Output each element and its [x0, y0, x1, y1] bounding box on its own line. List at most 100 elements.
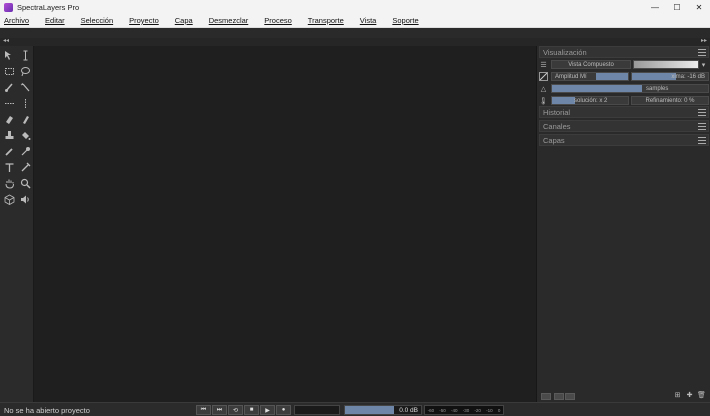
menu-capa[interactable]: Capa [175, 16, 193, 25]
menu-desmezclar[interactable]: Desmezclar [209, 16, 249, 25]
lasso-icon[interactable] [18, 64, 32, 78]
historial-menu-icon[interactable] [698, 109, 706, 116]
historial-panel-header[interactable]: Historial [539, 106, 709, 118]
harmonic-select-icon[interactable] [18, 96, 32, 110]
meter-tick: -60 [427, 407, 435, 413]
canales-menu-icon[interactable] [698, 123, 706, 130]
magic-wand-icon[interactable] [18, 80, 32, 94]
eraser-icon[interactable] [2, 112, 16, 126]
toolbox [0, 46, 34, 402]
skip-end-button[interactable]: ⏭ [212, 405, 227, 415]
collapse-right-icon[interactable]: ▸▸ [701, 37, 707, 44]
amplitude-max-slider[interactable]: xima: -16 dB [631, 72, 709, 81]
amplitude-min-slider[interactable]: Amplitud Mí [551, 72, 629, 81]
spectral-canvas[interactable] [34, 46, 536, 402]
hand-icon[interactable] [2, 176, 16, 190]
time-display[interactable] [294, 405, 340, 415]
move-tool-icon[interactable] [2, 48, 16, 62]
menu-proyecto[interactable]: Proyecto [129, 16, 159, 25]
frequency-select-icon[interactable] [2, 96, 16, 110]
new-layer-icon[interactable]: ⊞ [673, 390, 682, 399]
meter-tick: 0 [497, 407, 501, 413]
fft-row: △ samples [539, 83, 709, 94]
right-panel: Visualización ☰ Vista Compuesto ▾ Amplit… [536, 46, 710, 402]
delete-layer-icon[interactable]: 🗑 [697, 390, 706, 399]
window-controls: — ☐ ✕ [644, 0, 710, 14]
cube-icon[interactable] [2, 192, 16, 206]
zoom-icon[interactable] [18, 176, 32, 190]
visualizacion-title: Visualización [543, 47, 587, 57]
menu-seleccion[interactable]: Selección [81, 16, 114, 25]
view-mode-dropdown[interactable] [633, 60, 699, 69]
heal-icon[interactable] [18, 112, 32, 126]
app-logo-icon [4, 2, 13, 12]
menu-archivo[interactable]: Archivo [4, 16, 29, 25]
stop-button[interactable]: ■ [244, 405, 259, 415]
minimize-button[interactable]: — [644, 0, 666, 14]
collapse-strip: ◂◂ ▸▸ [0, 38, 710, 46]
triangle-icon[interactable]: △ [539, 84, 548, 93]
canales-panel-header[interactable]: Canales [539, 120, 709, 132]
status-text: No se ha abierto proyecto [4, 406, 90, 415]
sample-picker-icon[interactable] [18, 160, 32, 174]
capas-title: Capas [543, 135, 565, 145]
pencil-icon[interactable] [2, 144, 16, 158]
view-row: ☰ Vista Compuesto ▾ [539, 59, 709, 70]
resolution-slider[interactable]: solución: x 2 [551, 96, 629, 105]
transport-controls: ⏮ ⏭ ⟲ ■ ▶ ● [196, 405, 292, 415]
record-button[interactable]: ● [276, 405, 291, 415]
speaker-icon[interactable] [18, 192, 32, 206]
resolution-row: 🌡 solución: x 2 Refinamiento: 0 % [539, 95, 709, 106]
loop-button[interactable]: ⟲ [228, 405, 243, 415]
menu-transporte[interactable]: Transporte [308, 16, 344, 25]
refinement-slider[interactable]: Refinamiento: 0 % [631, 96, 709, 105]
layer-view-button-1[interactable] [541, 393, 551, 400]
view-composite-button[interactable]: Vista Compuesto [551, 60, 631, 69]
maximize-button[interactable]: ☐ [666, 0, 688, 14]
menu-editar[interactable]: Editar [45, 16, 65, 25]
meter-tick: -10 [486, 407, 493, 413]
visualizacion-menu-icon[interactable] [698, 49, 706, 56]
clone-stamp-icon[interactable] [2, 128, 16, 142]
historial-title: Historial [543, 107, 571, 117]
meter-tick: -50 [439, 407, 446, 413]
brush-select-icon[interactable] [2, 80, 16, 94]
add-layer-icon[interactable]: ✚ [685, 390, 694, 399]
fill-icon[interactable] [18, 128, 32, 142]
fft-size-slider[interactable]: samples [551, 84, 709, 93]
amplitude-row: Amplitud Mí xima: -16 dB [539, 71, 709, 82]
layer-view-button-3[interactable] [565, 393, 575, 400]
collapse-left-icon[interactable]: ◂◂ [3, 37, 9, 44]
play-button[interactable]: ▶ [260, 405, 275, 415]
chevron-down-icon[interactable]: ▾ [699, 60, 708, 69]
text-tool-icon[interactable] [2, 160, 16, 174]
dropper-icon[interactable] [18, 144, 32, 158]
meter-tick: -30 [462, 407, 470, 413]
visualizacion-panel-header[interactable]: Visualización [539, 46, 709, 58]
capas-panel-header[interactable]: Capas [539, 134, 709, 146]
menu-proceso[interactable]: Proceso [264, 16, 292, 25]
thermometer-icon[interactable]: 🌡 [539, 96, 548, 105]
title-bar: SpectraLayers Pro — ☐ ✕ [0, 0, 710, 14]
amplitude-toggle-icon[interactable] [539, 72, 548, 81]
level-meter: -60 -50 -40 -30 -20 -10 0 [424, 405, 504, 415]
window-title: SpectraLayers Pro [17, 2, 80, 12]
meter-tick: -20 [474, 407, 481, 413]
gain-slider[interactable]: 0.0 dB [344, 405, 422, 415]
meter-tick: -40 [451, 407, 458, 413]
time-select-icon[interactable] [18, 48, 32, 62]
layer-view-button-2[interactable] [554, 393, 564, 400]
list-icon[interactable]: ☰ [539, 60, 548, 69]
canales-title: Canales [543, 121, 571, 131]
menu-bar: Archivo Editar Selección Proyecto Capa D… [0, 14, 710, 28]
menu-soporte[interactable]: Soporte [392, 16, 418, 25]
menu-vista[interactable]: Vista [360, 16, 377, 25]
status-bar: No se ha abierto proyecto ⏮ ⏭ ⟲ ■ ▶ ● 0.… [0, 402, 710, 416]
layers-footer: ⊞ ✚ 🗑 [539, 390, 709, 400]
capas-menu-icon[interactable] [698, 137, 706, 144]
rect-select-icon[interactable] [2, 64, 16, 78]
toolbar-area [0, 28, 710, 38]
gain-value: 0.0 dB [399, 407, 418, 414]
skip-start-button[interactable]: ⏮ [196, 405, 211, 415]
close-button[interactable]: ✕ [688, 0, 710, 14]
